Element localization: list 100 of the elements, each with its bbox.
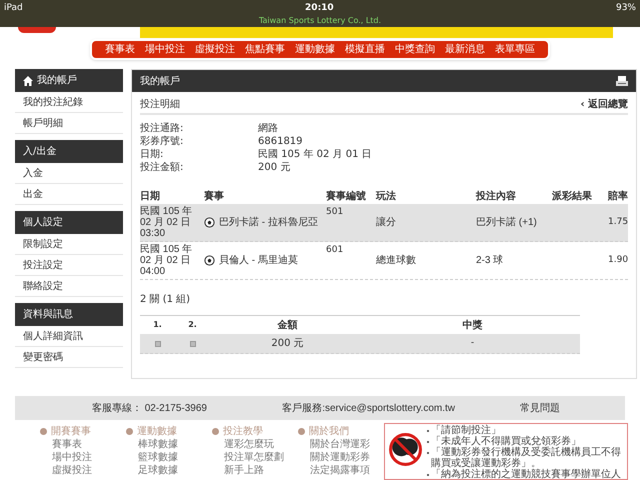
home-icon [23,76,33,86]
column-header: 玩法 [376,190,397,204]
column-header: 賽事編號 [326,189,367,204]
sidebar-title: 入/出金 [23,144,56,159]
checkbox[interactable] [154,340,160,346]
bet-row[interactable]: 民國 105 年 02 月 02 日 04:00 貝倫人 - 馬里迪莫 601 總進球數 2-3 球 1.90 [140,242,628,280]
footer-link[interactable]: 虛擬投注 [40,464,126,477]
section-title: 投注明細 [140,98,180,112]
column-header: 派彩結果 [552,190,593,204]
nav-link[interactable]: 運動數據 [290,42,340,57]
device-name: iPad [4,2,23,15]
footer-link[interactable]: 運彩怎麼玩 [212,438,298,451]
footer-link[interactable]: 棒球數據 [126,438,212,451]
bullet-icon [298,428,305,434]
column-header: 中獎 [462,318,484,332]
sidebar-link[interactable]: 投注設定 [15,255,123,276]
warning-text: 「納為投注標的之運動競技賽事學辦單位人 [431,469,621,479]
sidebar-title: 個人設定 [23,216,63,230]
info-label: 日期: [140,148,164,161]
footer-link[interactable]: 關於台灣運彩 [298,438,384,451]
sidebar-link[interactable]: 限制設定 [15,234,123,255]
footer-link[interactable]: 場中投注 [40,451,126,464]
email-link[interactable]: 客戶服務:service@sportslottery.com.tw [282,400,455,416]
sidebar-link[interactable]: 入金 [15,163,123,184]
table-cell-text: 巴列卡諾 (+1) [476,216,538,230]
column-header: 金額 [276,318,298,332]
panel-title: 我的帳戶 [140,74,180,88]
warning-text: 「未成年人不得購買或兌領彩券」 [431,436,581,447]
footer-heading: 開賽賽事 [51,424,91,438]
table-cell: 巴列卡諾 - 拉科魯尼亞 [219,217,318,228]
soccer-ball-icon [204,255,215,266]
footer-link[interactable]: 投注單怎麼劃 [212,451,298,464]
nav-link[interactable]: 最新消息 [440,42,490,57]
no-minors-icon [387,431,423,467]
sidebar-link[interactable]: 個人詳細資訊 [15,326,123,347]
info-label: 投注通路: [140,122,184,135]
warning-text: 「運動彩券發行機構及受委託機構員工不得購買或受讓運動彩券」。 [431,447,622,469]
table-cell-text: 1.90 [608,254,628,267]
footer-link[interactable]: 關於運動彩券 [298,451,384,464]
combo-label: 2 關 (1 組) [140,293,192,307]
sidebar-link[interactable]: 我的投注紀錄 [15,92,123,113]
column-header: 1. [152,319,163,331]
info-label: 投注金額: [140,161,184,174]
sidebar-link[interactable]: 聯絡設定 [15,276,123,297]
table-cell-text: 601 [326,244,344,257]
nav-link[interactable]: 表單專區 [490,42,540,57]
footer-heading: 投注教學 [223,424,263,438]
clock: 20:10 [305,2,334,15]
page-url: Taiwan Sports Lottery Co., Ltd. [258,16,382,26]
table-cell-text: 200 元 [270,337,305,351]
footer-link[interactable]: 法定揭露事項 [298,464,384,477]
footer-heading: 運動數據 [137,424,177,438]
back-link[interactable]: ‹ 返回總覽 [580,96,628,112]
bullet-icon [126,428,133,434]
nav-link[interactable]: 賽事表 [100,42,140,57]
table-cell-text: 501 [326,206,344,219]
column-header: 賠率 [608,189,628,204]
column-header: 投注內容 [476,189,517,204]
table-cell: 貝倫人 - 馬里迪莫 [219,255,298,266]
soccer-ball-icon [204,217,215,228]
bullet-icon [212,428,219,434]
table-cell-text: - [470,336,476,350]
logo [18,27,56,33]
footer-heading: 關於我們 [309,424,349,438]
warning-text: 「請節制投注」 [431,425,501,436]
table-cell-text: 民國 105 年 02 月 02 日 04:00 [140,244,194,277]
bullet-icon [40,428,47,434]
sidebar-link[interactable]: 出金 [15,184,123,205]
bet-row[interactable]: 民國 105 年 02 月 02 日 03:30 巴列卡諾 - 拉科魯尼亞 501 讓分 巴列卡諾 (+1) 1.75 [140,204,628,242]
info-label: 彩券序號: [140,135,184,148]
checkbox[interactable] [190,340,196,346]
footer-link[interactable]: 籃球數據 [126,451,212,464]
faq-link[interactable]: 常見問題 [455,400,625,416]
sidebar-title: 我的帳戶 [37,74,77,88]
nav-link[interactable]: 模擬直播 [340,42,390,57]
nav-link[interactable]: 中獎查詢 [390,42,440,57]
table-cell-text: 民國 105 年 02 月 02 日 03:30 [140,206,194,239]
sidebar-link[interactable]: 變更密碼 [15,347,123,368]
sidebar-title: 資料與訊息 [23,308,73,322]
printer-icon[interactable] [616,76,628,86]
table-cell-text: 總進球數 [376,254,417,268]
nav-link[interactable]: 虛擬投注 [190,42,240,57]
column-header: 賽事 [204,189,225,204]
table-cell-text: 讓分 [376,216,397,230]
sidebar-link[interactable]: 帳戶明細 [15,113,123,134]
battery-level: 93% [616,2,636,15]
info-value: 6861819 [258,135,303,148]
footer-link[interactable]: 賽事表 [40,438,126,451]
info-value: 200 元 [258,161,290,174]
table-cell-text: 2-3 球 [476,254,504,268]
column-header: 日期 [140,190,161,204]
nav-link[interactable]: 焦點賽事 [240,42,290,57]
hotline: 客服專線： 02-2175-3969 [90,402,208,416]
column-header: 2. [187,319,198,331]
nav-link[interactable]: 場中投注 [140,42,190,57]
footer-link[interactable]: 新手上路 [212,464,298,477]
table-cell-text: 1.75 [608,216,628,229]
info-value: 網路 [258,122,278,135]
info-value: 民國 105 年 02 月 01 日 [258,148,372,161]
footer-link[interactable]: 足球數據 [126,464,212,477]
